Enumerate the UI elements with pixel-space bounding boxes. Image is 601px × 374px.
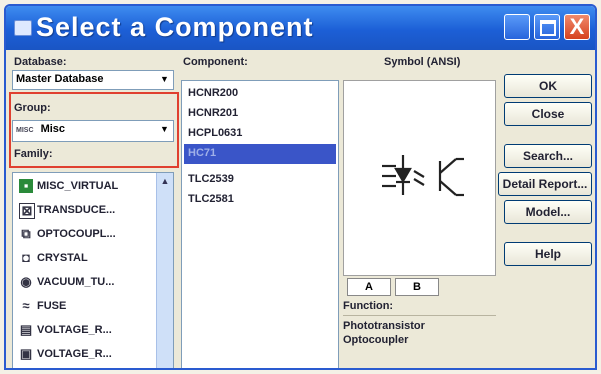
function-line-1: Phototransistor (343, 320, 425, 332)
vacuum-tube-icon: ◉ (20, 274, 32, 289)
component-label: Component: (183, 56, 248, 68)
group-select[interactable]: MISC Misc ▼ (12, 120, 174, 142)
app-icon (14, 20, 32, 36)
database-label: Database: (14, 56, 67, 68)
list-item[interactable]: HCPL0631 (188, 127, 242, 139)
chevron-down-icon[interactable]: ▼ (158, 73, 171, 86)
function-line-2: Optocoupler (343, 334, 409, 346)
model-button[interactable]: Model... (504, 200, 592, 224)
tab-b[interactable]: B (395, 278, 439, 296)
crystal-icon: ◘ (22, 250, 30, 265)
group-label: Group: (14, 102, 51, 114)
fuse-icon: ≈ (22, 298, 30, 313)
scroll-up-icon[interactable]: ▲ (157, 173, 173, 189)
close-icon: X (569, 14, 585, 39)
help-button[interactable]: Help (504, 242, 592, 266)
family-label: Family: (14, 148, 53, 160)
list-item[interactable]: HCNR201 (188, 107, 238, 119)
list-item[interactable]: TLC2539 (188, 173, 234, 185)
divider (343, 315, 496, 316)
database-select[interactable]: Master Database ▼ (12, 70, 174, 90)
close-window-button[interactable]: X (564, 14, 590, 40)
component-list[interactable]: HCNR200 HCNR201 HCPL0631 HC71 TLC2539 TL… (181, 80, 339, 368)
family-scrollbar[interactable]: ▲ (156, 173, 173, 368)
optocoupler-icon: ⧉ (21, 226, 31, 241)
close-button[interactable]: Close (504, 102, 592, 126)
misc-virtual-icon: ▪ (19, 179, 33, 193)
database-value: Master Database (16, 73, 104, 85)
transducer-icon: ⊠ (19, 203, 35, 219)
minimize-button[interactable] (504, 14, 530, 40)
voltage-reference-icon: ▣ (19, 346, 33, 361)
list-item[interactable]: TLC2581 (188, 193, 234, 205)
list-item-selected[interactable]: HC71 (188, 147, 216, 159)
symbol-preview (343, 80, 496, 276)
voltage-regulator-icon: ▤ (19, 322, 33, 337)
select-component-dialog: Select a Component X Database: Master Da… (4, 4, 597, 370)
title-bar[interactable]: Select a Component X (6, 6, 595, 50)
list-item[interactable]: HCNR200 (188, 87, 238, 99)
function-label: Function: (343, 300, 394, 312)
group-value: Misc (40, 123, 66, 135)
ok-button[interactable]: OK (504, 74, 592, 98)
window-title: Select a Component (36, 12, 314, 42)
search-button[interactable]: Search... (504, 144, 592, 168)
maximize-button[interactable] (534, 14, 560, 40)
tab-a[interactable]: A (347, 278, 391, 296)
misc-group-icon: MISC (16, 127, 34, 134)
chevron-down-icon[interactable]: ▼ (158, 123, 171, 136)
family-list[interactable]: ▪ MISC_VIRTUAL ⊠ TRANSDUCE... ⧉ OPTOCOUP… (12, 172, 174, 368)
detail-report-button[interactable]: Detail Report... (498, 172, 592, 196)
symbol-label: Symbol (ANSI) (384, 56, 461, 68)
optocoupler-symbol-icon (382, 155, 464, 197)
